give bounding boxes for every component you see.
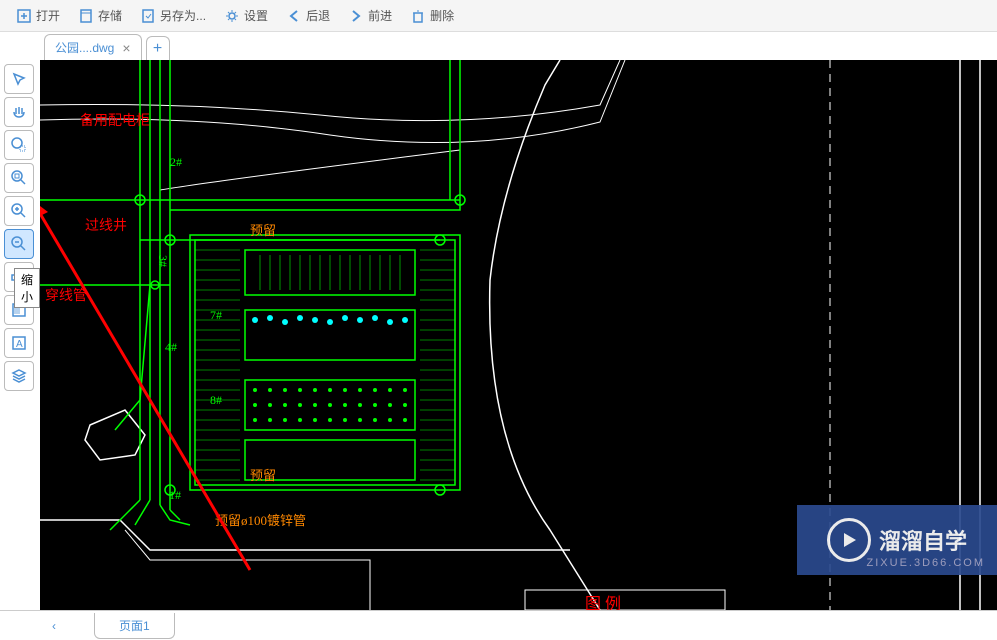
save-label: 存储 [98, 7, 122, 24]
watermark-url: ZIXUE.3D66.COM [867, 557, 985, 569]
cad-label-backup-cabinet: 备用配电柜 [80, 110, 150, 130]
save-button[interactable]: 存储 [70, 3, 130, 28]
zoom-out-tool[interactable] [4, 229, 34, 259]
file-tab-label: 公园....dwg [55, 39, 114, 56]
cad-label-reserve-top: 预留 [250, 220, 276, 239]
cad-mark-3: 3# [155, 255, 170, 267]
main-area: A 缩小 [0, 60, 997, 610]
cad-label-conduit: 穿线管 [45, 285, 87, 305]
cad-mark-2: 2# [170, 155, 182, 170]
watermark: 溜溜自学 ZIXUE.3D66.COM [797, 505, 997, 575]
zoom-area-tool[interactable] [4, 130, 34, 160]
left-tool-palette: A 缩小 [0, 60, 40, 610]
cad-mark-4: 4# [165, 340, 177, 355]
settings-button[interactable]: 设置 [216, 3, 276, 28]
back-button[interactable]: 后退 [278, 3, 338, 28]
play-icon [827, 518, 871, 562]
tab-bar: 公园....dwg × + [0, 32, 997, 60]
back-arrow-icon [286, 8, 302, 24]
gear-icon [224, 8, 240, 24]
forward-arrow-icon [348, 8, 364, 24]
close-tab-icon[interactable]: × [122, 40, 130, 56]
trash-icon [410, 8, 426, 24]
page-prev-button[interactable]: ‹ [44, 619, 64, 633]
save-as-icon [140, 8, 156, 24]
cad-mark-8: 8# [210, 393, 222, 408]
back-label: 后退 [306, 7, 330, 24]
open-label: 打开 [36, 7, 60, 24]
cad-label-junction-box: 过线井 [85, 215, 127, 235]
page-tab-label: 页面1 [119, 619, 150, 633]
page-tab[interactable]: 页面1 [94, 613, 175, 639]
save-as-label: 另存为... [160, 7, 206, 24]
watermark-brand: 溜溜自学 [879, 524, 967, 556]
delete-button[interactable]: 删除 [402, 3, 462, 28]
cad-mark-7: 7# [210, 308, 222, 323]
settings-label: 设置 [244, 7, 268, 24]
svg-text:A: A [16, 339, 23, 350]
file-tab[interactable]: 公园....dwg × [44, 34, 142, 60]
save-as-button[interactable]: 另存为... [132, 3, 214, 28]
forward-button[interactable]: 前进 [340, 3, 400, 28]
pan-tool[interactable] [4, 97, 34, 127]
zoom-extents-tool[interactable] [4, 163, 34, 193]
save-icon [78, 8, 94, 24]
text-tool[interactable]: A [4, 328, 34, 358]
cad-legend-title: 图 例 [585, 590, 621, 610]
page-bar: ‹ 页面1 [0, 610, 997, 640]
layers-tool[interactable] [4, 361, 34, 391]
plus-icon [16, 8, 32, 24]
add-tab-button[interactable]: + [146, 36, 170, 60]
pointer-tool[interactable] [4, 64, 34, 94]
cad-mark-1: 1# [169, 488, 181, 503]
zoom-in-tool[interactable] [4, 196, 34, 226]
cad-label-reserve-pipe: 预留ø100镀锌管 [215, 510, 306, 529]
cad-canvas[interactable]: 备用配电柜 过线井 穿线管 预留 预留 预留ø100镀锌管 2# 3# 4# 7… [40, 60, 997, 610]
open-button[interactable]: 打开 [8, 3, 68, 28]
top-toolbar: 打开 存储 另存为... 设置 后退 前进 删除 [0, 0, 997, 32]
cad-label-reserve-bottom: 预留 [250, 465, 276, 484]
forward-label: 前进 [368, 7, 392, 24]
delete-label: 删除 [430, 7, 454, 24]
zoom-out-tooltip: 缩小 [14, 268, 40, 308]
